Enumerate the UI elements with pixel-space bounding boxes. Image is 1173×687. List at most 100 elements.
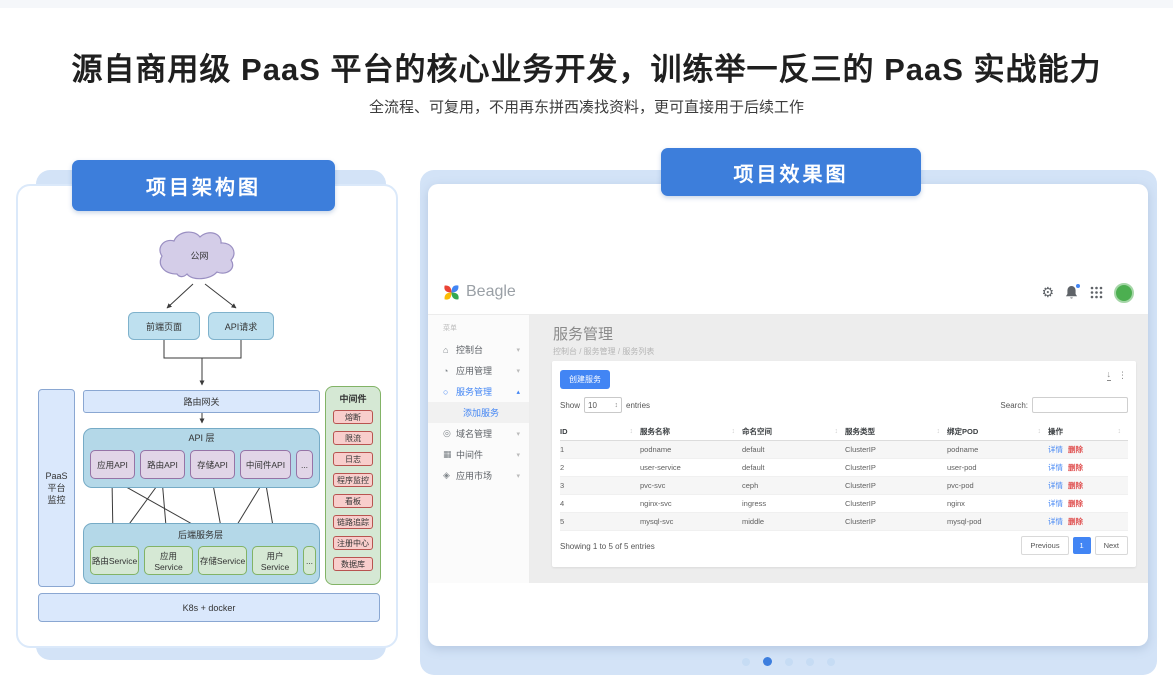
carousel-dot[interactable] bbox=[827, 658, 835, 666]
current-page-button[interactable]: 1 bbox=[1073, 537, 1091, 554]
cell-name: mysql-svc bbox=[640, 517, 742, 526]
chevron-down-icon: ▾ bbox=[516, 367, 520, 375]
monitor-line: 监控 bbox=[47, 494, 65, 506]
infrastructure-box: K8s + docker bbox=[38, 593, 380, 622]
sidebar-item-label: 控制台 bbox=[456, 343, 516, 356]
sidebar-item-service-manage[interactable]: ○ 服务管理 ▴ bbox=[428, 381, 529, 402]
user-avatar[interactable] bbox=[1114, 283, 1134, 303]
sidebar-item-label: 服务管理 bbox=[456, 385, 516, 398]
carousel-dot[interactable] bbox=[763, 657, 772, 666]
detail-link[interactable]: 详情 bbox=[1048, 499, 1063, 508]
cell-id: 3 bbox=[560, 481, 640, 490]
cell-pod: pvc-pod bbox=[947, 481, 1048, 490]
delete-link[interactable]: 删除 bbox=[1068, 445, 1083, 454]
delete-link[interactable]: 删除 bbox=[1068, 499, 1083, 508]
next-page-button[interactable]: Next bbox=[1095, 536, 1128, 555]
delete-link[interactable]: 删除 bbox=[1068, 463, 1083, 472]
architecture-panel-title: 项目架构图 bbox=[72, 160, 335, 211]
brand-logo[interactable]: Beagle bbox=[443, 283, 516, 301]
page-title: 服务管理 bbox=[553, 323, 613, 344]
sidebar-item-label: 应用管理 bbox=[456, 364, 516, 377]
search-input[interactable] bbox=[1032, 397, 1128, 413]
table-body: 1 podname default ClusterIP podname 详情删除… bbox=[560, 441, 1128, 531]
api-box-more: ... bbox=[296, 450, 313, 479]
gear-icon[interactable]: ⚙ bbox=[1041, 284, 1054, 301]
col-header-name[interactable]: 服务名称↕ bbox=[640, 426, 742, 437]
previous-page-button[interactable]: Previous bbox=[1021, 536, 1068, 555]
app-manage-icon: ◔ bbox=[443, 366, 456, 376]
page-size-value: 10 bbox=[588, 401, 597, 410]
page-headline: 源自商用级 PaaS 平台的核心业务开发，训练举一反三的 PaaS 实战能力 bbox=[0, 44, 1173, 89]
gateway-box: 路由网关 bbox=[83, 390, 320, 413]
dashboard-header: Beagle ⚙ bbox=[428, 270, 1148, 315]
domain-icon: ◎ bbox=[443, 428, 456, 439]
page-size-select[interactable]: 10 ↕ bbox=[584, 397, 622, 413]
api-box: 存储API bbox=[190, 450, 235, 479]
dashboard-main: 服务管理 控制台 / 服务管理 / 服务列表 创建服务 ↓ ⋮ Show 10 … bbox=[530, 315, 1148, 583]
sort-icon: ↕ bbox=[937, 428, 941, 435]
bell-icon[interactable] bbox=[1065, 285, 1079, 301]
col-header-namespace[interactable]: 命名空间↕ bbox=[742, 426, 845, 437]
apps-grid-icon[interactable] bbox=[1090, 286, 1103, 299]
cell-type: ClusterIP bbox=[845, 499, 947, 508]
show-label: Show bbox=[560, 401, 580, 410]
sidebar-item-app-manage[interactable]: ◔ 应用管理 ▾ bbox=[428, 360, 529, 381]
table-header-row: ID↕ 服务名称↕ 命名空间↕ 服务类型↕ 绑定POD↕ 操作↕ bbox=[560, 423, 1128, 441]
download-icon[interactable]: ↓ bbox=[1107, 370, 1112, 381]
sidebar-item-label: 域名管理 bbox=[456, 427, 516, 440]
dashboard-sidebar: 菜单 ⌂ 控制台 ▾ ◔ 应用管理 ▾ ○ 服务管理 ▴ 添加服务 ◎ 域名管理… bbox=[428, 315, 530, 583]
kebab-menu-icon[interactable]: ⋮ bbox=[1118, 370, 1127, 381]
middleware-item: 注册中心 bbox=[333, 536, 373, 550]
carousel-dot[interactable] bbox=[785, 658, 793, 666]
carousel-dot[interactable] bbox=[806, 658, 814, 666]
service-box: 存储Service bbox=[198, 546, 247, 575]
notification-dot bbox=[1076, 284, 1080, 288]
service-layer-label: 后端服务层 bbox=[178, 528, 318, 540]
cell-type: ClusterIP bbox=[845, 517, 947, 526]
api-box: 路由API bbox=[140, 450, 185, 479]
col-header-id[interactable]: ID↕ bbox=[560, 427, 640, 436]
delete-link[interactable]: 删除 bbox=[1068, 481, 1083, 490]
sort-icon: ↕ bbox=[630, 428, 634, 435]
detail-link[interactable]: 详情 bbox=[1048, 445, 1063, 454]
sidebar-item-domain-manage[interactable]: ◎ 域名管理 ▾ bbox=[428, 423, 529, 444]
architecture-diagram-card: 公网 前端页面 API请求 路由网关 API 层 应用API 路由API 存储A… bbox=[16, 184, 398, 648]
table-tools: ↓ ⋮ bbox=[1107, 370, 1128, 381]
cell-type: ClusterIP bbox=[845, 445, 947, 454]
service-box: 用户Service bbox=[252, 546, 298, 575]
sidebar-item-console[interactable]: ⌂ 控制台 ▾ bbox=[428, 339, 529, 360]
sidebar-item-middleware[interactable]: ▦ 中间件 ▾ bbox=[428, 444, 529, 465]
sort-icon: ↕ bbox=[1118, 428, 1122, 435]
detail-link[interactable]: 详情 bbox=[1048, 463, 1063, 472]
cell-id: 2 bbox=[560, 463, 640, 472]
monitor-line: PaaS bbox=[45, 470, 67, 482]
cell-type: ClusterIP bbox=[845, 463, 947, 472]
top-strip bbox=[0, 0, 1173, 8]
col-header-actions[interactable]: 操作↕ bbox=[1048, 426, 1128, 437]
brand-name: Beagle bbox=[466, 283, 516, 301]
monitor-line: 平台 bbox=[47, 482, 65, 494]
sidebar-section-label: 菜单 bbox=[428, 321, 529, 339]
sidebar-subitem-add-service[interactable]: 添加服务 bbox=[428, 402, 529, 423]
sidebar-item-app-market[interactable]: ◈ 应用市场 ▾ bbox=[428, 465, 529, 486]
middleware-icon: ▦ bbox=[443, 449, 456, 460]
api-box: 应用API bbox=[90, 450, 135, 479]
frontend-page-box: 前端页面 bbox=[128, 312, 200, 340]
sidebar-item-label: 应用市场 bbox=[456, 469, 516, 482]
col-header-type[interactable]: 服务类型↕ bbox=[845, 426, 947, 437]
carousel-dot[interactable] bbox=[742, 658, 750, 666]
col-header-pod[interactable]: 绑定POD↕ bbox=[947, 426, 1048, 437]
middleware-item: 看板 bbox=[333, 494, 373, 508]
cell-namespace: middle bbox=[742, 517, 845, 526]
cell-namespace: default bbox=[742, 445, 845, 454]
detail-link[interactable]: 详情 bbox=[1048, 517, 1063, 526]
cloud-label: 公网 bbox=[152, 226, 247, 284]
preview-panel-title: 项目效果图 bbox=[661, 148, 921, 196]
create-service-button[interactable]: 创建服务 bbox=[560, 370, 610, 389]
detail-link[interactable]: 详情 bbox=[1048, 481, 1063, 490]
sort-icon: ↕ bbox=[835, 428, 839, 435]
delete-link[interactable]: 删除 bbox=[1068, 517, 1083, 526]
table-row: 4 nginx-svc ingress ClusterIP nginx 详情删除 bbox=[560, 495, 1128, 513]
service-table-card: 创建服务 ↓ ⋮ Show 10 ↕ entries Search: ID↕ bbox=[552, 361, 1136, 567]
table-row: 3 pvc-svc ceph ClusterIP pvc-pod 详情删除 bbox=[560, 477, 1128, 495]
